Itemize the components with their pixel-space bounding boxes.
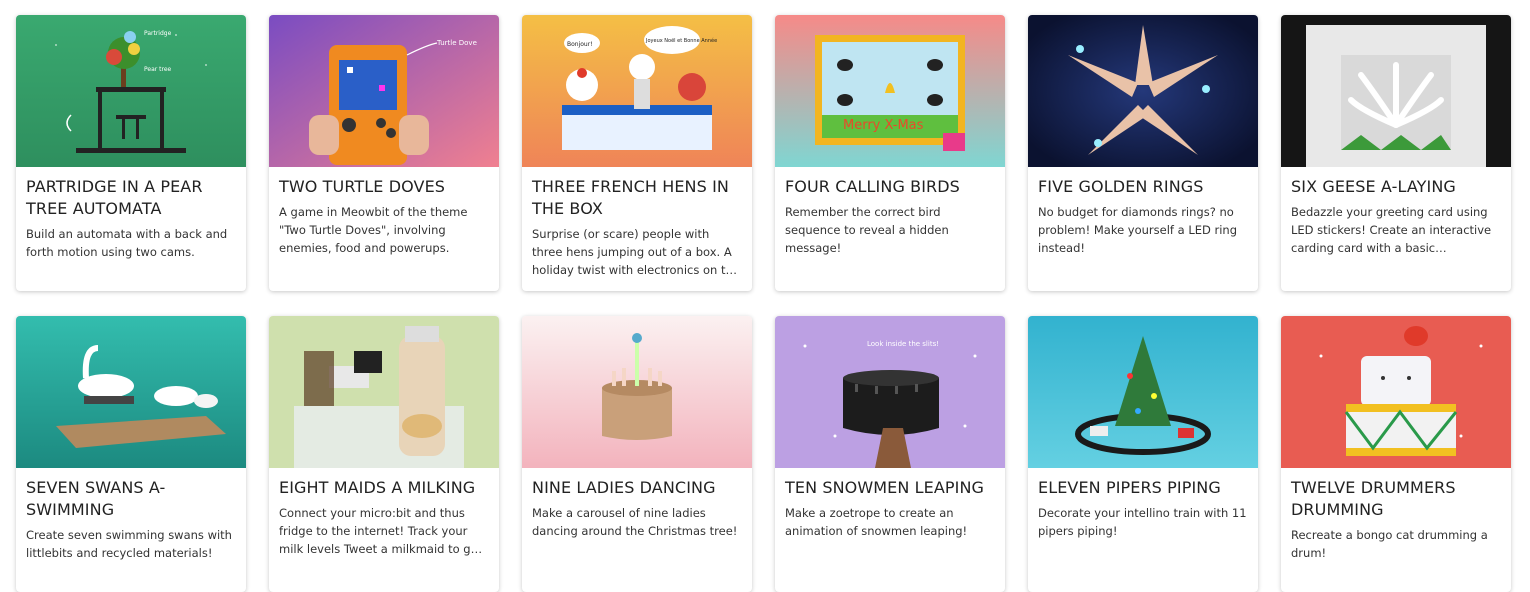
card-title: NINE LADIES DANCING	[532, 478, 716, 497]
card-title: FIVE GOLDEN RINGS	[1038, 177, 1204, 196]
card-description: No budget for diamonds rings? no problem…	[1038, 205, 1238, 255]
project-card[interactable]: SIX GEESE A-LAYING Bedazzle your greetin…	[1281, 15, 1511, 291]
project-card[interactable]: Partridge Pear tree PARTRIDGE IN A PEAR …	[16, 15, 246, 291]
thumb-label: Bonjour!	[567, 41, 593, 48]
card-description: Decorate your intellino train with 11 pi…	[1038, 506, 1247, 538]
project-card[interactable]: ELEVEN PIPERS PIPING Decorate your intel…	[1028, 316, 1258, 592]
project-thumbnail[interactable]: Merry X-Mas	[775, 15, 1005, 167]
card-title: THREE FRENCH HENS IN THE BOX	[532, 177, 729, 218]
thumb-label: Pear tree	[144, 66, 172, 73]
project-thumbnail[interactable]	[1281, 15, 1511, 167]
project-thumbnail[interactable]	[1028, 15, 1258, 167]
project-card[interactable]: NINE LADIES DANCING Make a carousel of n…	[522, 316, 752, 592]
project-card[interactable]: SEVEN SWANS A-SWIMMING Create seven swim…	[16, 316, 246, 592]
project-thumbnail[interactable]: Turtle Dove	[269, 15, 499, 167]
card-title: TEN SNOWMEN LEAPING	[785, 478, 985, 497]
card-title: PARTRIDGE IN A PEAR TREE AUTOMATA	[26, 177, 203, 218]
project-thumbnail[interactable]	[1028, 316, 1258, 468]
card-title: TWELVE DRUMMERS DRUMMING	[1291, 478, 1456, 519]
card-title: SEVEN SWANS A-SWIMMING	[26, 478, 166, 519]
project-card[interactable]: Merry X-Mas FOUR CALLING BIRDS Remember …	[775, 15, 1005, 291]
card-description: Build an automata with a back and forth …	[26, 227, 228, 259]
thumb-label: Partridge	[144, 30, 172, 37]
project-card-grid: Partridge Pear tree PARTRIDGE IN A PEAR …	[16, 15, 1511, 592]
card-description: Make a zoetrope to create an animation o…	[785, 506, 968, 538]
card-title: SIX GEESE A-LAYING	[1291, 177, 1456, 196]
thumb-label: Turtle Dove	[436, 39, 477, 47]
card-description: Bedazzle your greeting card using LED st…	[1291, 205, 1492, 255]
card-title: FOUR CALLING BIRDS	[785, 177, 960, 196]
project-card[interactable]: FIVE GOLDEN RINGS No budget for diamonds…	[1028, 15, 1258, 291]
project-card[interactable]: TWELVE DRUMMERS DRUMMING Recreate a bong…	[1281, 316, 1511, 592]
project-thumbnail[interactable]: Partridge Pear tree	[16, 15, 246, 167]
card-description: Connect your micro:bit and thus fridge t…	[279, 506, 483, 556]
project-card[interactable]: EIGHT MAIDS A MILKING Connect your micro…	[269, 316, 499, 592]
project-card[interactable]: Look inside the slits! TEN SNOWMEN LEAPI…	[775, 316, 1005, 592]
card-title: ELEVEN PIPERS PIPING	[1038, 478, 1221, 497]
card-title: TWO TURTLE DOVES	[279, 177, 446, 196]
thumb-label: Look inside the slits!	[867, 340, 939, 348]
project-card[interactable]: Turtle Dove TWO TURTLE DOVES A game in M…	[269, 15, 499, 291]
project-thumbnail[interactable]: Bonjour! Joyeux Noël et Bonne Année	[522, 15, 752, 167]
card-description: A game in Meowbit of the theme "Two Turt…	[279, 205, 468, 255]
project-thumbnail[interactable]	[16, 316, 246, 468]
project-thumbnail[interactable]	[522, 316, 752, 468]
thumb-label: Joyeux Noël et Bonne Année	[645, 37, 717, 44]
card-description: Recreate a bongo cat drumming a drum!	[1291, 528, 1488, 560]
card-title: EIGHT MAIDS A MILKING	[279, 478, 476, 497]
card-description: Remember the correct bird sequence to re…	[785, 205, 949, 255]
card-description: Create seven swimming swans with littleb…	[26, 528, 232, 560]
project-thumbnail[interactable]	[269, 316, 499, 468]
card-description: Make a carousel of nine ladies dancing a…	[532, 506, 738, 538]
project-thumbnail[interactable]	[1281, 316, 1511, 468]
project-thumbnail[interactable]: Look inside the slits!	[775, 316, 1005, 468]
card-description: Surprise (or scare) people with three he…	[532, 227, 740, 277]
project-card[interactable]: Bonjour! Joyeux Noël et Bonne Année THRE…	[522, 15, 752, 291]
thumb-label: Merry X-Mas	[843, 118, 924, 133]
